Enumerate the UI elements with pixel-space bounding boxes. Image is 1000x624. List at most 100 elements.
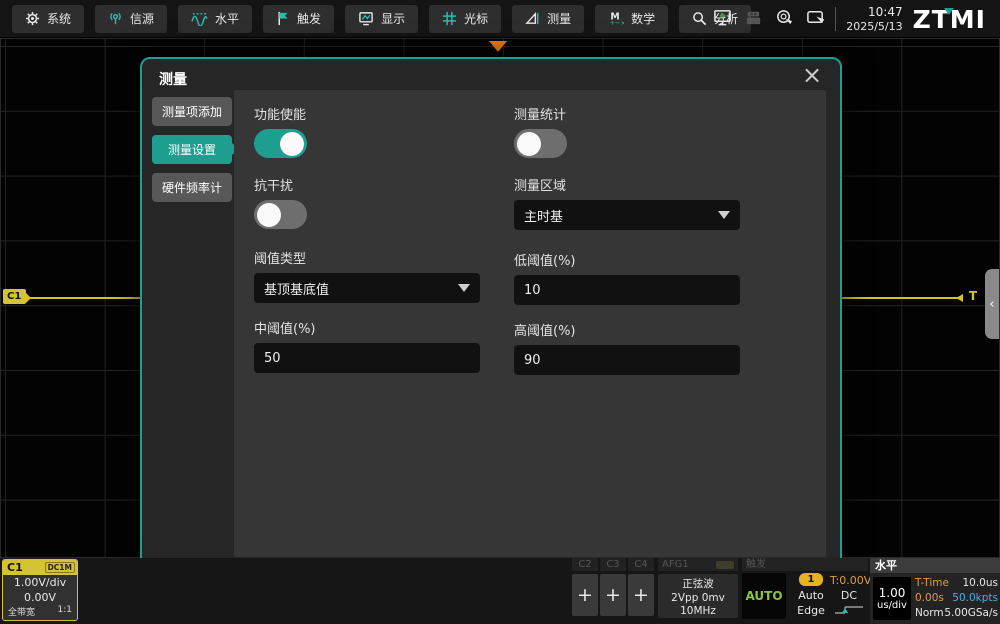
horizontal-panel[interactable]: 水平 1.00 us/div T-Time 10.0us 0.00s 50.0k… bbox=[870, 558, 1000, 624]
time-text: 10:47 bbox=[846, 5, 902, 20]
toolbar-button-label: 触发 bbox=[297, 10, 321, 27]
horizontal-header: 水平 bbox=[870, 558, 1000, 573]
trigger-level-marker[interactable]: T bbox=[969, 289, 977, 303]
toggle-knob bbox=[280, 132, 304, 156]
measure-region-value: 主时基 bbox=[524, 206, 563, 225]
trigger-level-arrow bbox=[956, 294, 963, 302]
delay-value: 0.00s bbox=[915, 591, 944, 606]
side-panel-handle[interactable]: ‹ bbox=[985, 269, 999, 339]
add-channel3-button[interactable]: + bbox=[600, 574, 626, 616]
function-enable-toggle[interactable] bbox=[254, 129, 307, 158]
trigger-tab-label: 触发 bbox=[746, 558, 766, 571]
cursor-button[interactable]: 光标 bbox=[429, 5, 501, 33]
brand-logo: ZTMI bbox=[913, 5, 990, 34]
channel1-coupling-badge: DC1M bbox=[45, 562, 75, 573]
afg-waveform: 正弦波 bbox=[658, 576, 738, 591]
add-channel2-button[interactable]: + bbox=[572, 574, 598, 616]
statistics-toggle[interactable] bbox=[514, 129, 567, 158]
clock: 10:47 2025/5/13 bbox=[846, 5, 902, 34]
high-threshold-input[interactable] bbox=[514, 345, 740, 375]
usb-icon[interactable] bbox=[744, 8, 763, 31]
trigger-sweep: Auto bbox=[792, 588, 830, 603]
dialog-title: 测量 bbox=[159, 69, 187, 89]
afg-signal-box[interactable]: 正弦波 2Vpp 0mv 10MHz bbox=[658, 574, 738, 618]
measure-region-dropdown[interactable]: 主时基 bbox=[514, 200, 740, 230]
low-threshold-input[interactable] bbox=[514, 275, 740, 305]
toolbar-button-label: 显示 bbox=[381, 10, 405, 27]
close-icon[interactable]: × bbox=[798, 61, 826, 89]
bottom-status-bar: C1 DC1M 1.00V/div 0.00V 全带宽 1:1 C2 C3 C4… bbox=[0, 558, 1000, 624]
trigger-source-badge: 1 bbox=[799, 573, 823, 586]
svg-text:+−×: +−× bbox=[610, 19, 625, 26]
channel4-tab[interactable]: C4 bbox=[628, 558, 654, 571]
channel2-tab[interactable]: C2 bbox=[572, 558, 598, 571]
sample-rate: 5.00GSa/s bbox=[944, 606, 998, 621]
chevron-left-icon: ‹ bbox=[989, 297, 994, 312]
toolbar-button-label: 数学 bbox=[631, 10, 655, 27]
trigger-coupling: DC bbox=[830, 588, 868, 603]
status-icons bbox=[713, 8, 825, 31]
toolbar-buttons: 系统 信源 水平 触发 显示 光标 bbox=[12, 5, 751, 33]
toolbar-button-label: 系统 bbox=[47, 10, 71, 27]
anti-interference-toggle[interactable] bbox=[254, 200, 307, 229]
timebase-unit: us/div bbox=[873, 600, 911, 611]
channel1-box[interactable]: C1 DC1M 1.00V/div 0.00V 全带宽 1:1 bbox=[2, 559, 78, 621]
gesture-icon[interactable] bbox=[806, 8, 825, 31]
trigger-type: Edge bbox=[792, 603, 830, 618]
threshold-type-dropdown[interactable]: 基顶基底值 bbox=[254, 273, 480, 303]
mid-threshold-label: 中阈值(%) bbox=[254, 318, 480, 334]
low-threshold-label: 低阈值(%) bbox=[514, 250, 740, 266]
sidebar-item-measure-settings[interactable]: 测量设置 bbox=[152, 135, 232, 164]
afg-tab[interactable]: AFG1 bbox=[658, 558, 738, 571]
add-channel4-button[interactable]: + bbox=[628, 574, 654, 616]
date-text: 2025/5/13 bbox=[846, 20, 902, 34]
oscilloscope-screen: 系统 信源 水平 触发 显示 光标 bbox=[0, 0, 1000, 624]
mid-threshold-input[interactable] bbox=[254, 343, 480, 373]
afg-tab-label: AFG1 bbox=[662, 558, 689, 571]
measure-triangle-icon bbox=[525, 11, 540, 26]
toolbar-button-label: 水平 bbox=[215, 10, 239, 27]
settings-left-column: 功能使能 抗干扰 阈值类型 基顶基底值 中阈值(%) bbox=[254, 90, 480, 373]
channel1-probe-ratio: 1:1 bbox=[58, 605, 72, 618]
source-button[interactable]: 信源 bbox=[95, 5, 167, 33]
trigger-button[interactable]: 触发 bbox=[263, 5, 334, 33]
network-monitor-icon[interactable] bbox=[713, 8, 732, 31]
rising-edge-icon bbox=[830, 603, 868, 618]
threshold-type-value: 基顶基底值 bbox=[264, 279, 329, 298]
trigger-mode-badge: AUTO bbox=[742, 573, 786, 619]
toggle-knob bbox=[517, 132, 541, 156]
horizontal-button[interactable]: 水平 bbox=[178, 5, 252, 33]
t-time-label: T-Time bbox=[915, 576, 949, 591]
math-button[interactable]: M+−× 数学 bbox=[595, 5, 668, 33]
toolbar-button-label: 测量 bbox=[547, 10, 571, 27]
afg-status-badge bbox=[716, 561, 734, 569]
statistics-label: 测量统计 bbox=[514, 104, 740, 120]
timebase-box: 1.00 us/div bbox=[873, 577, 911, 620]
system-button[interactable]: 系统 bbox=[12, 5, 84, 33]
chevron-down-icon bbox=[458, 284, 470, 292]
channel3-tab[interactable]: C3 bbox=[600, 558, 626, 571]
channel1-ground-marker[interactable]: C1 bbox=[3, 289, 26, 304]
sidebar-item-hardware-counter[interactable]: 硬件频率计 bbox=[152, 173, 232, 202]
sidebar-item-add-measurement[interactable]: 测量项添加 bbox=[152, 97, 232, 126]
dialog-content: 功能使能 抗干扰 阈值类型 基顶基底值 中阈值(%) 测量统计 测量区域 主时基 bbox=[234, 90, 826, 557]
channel1-footer: 全带宽 1:1 bbox=[3, 605, 77, 618]
horizontal-wave-icon bbox=[191, 11, 208, 26]
trigger-position-marker[interactable] bbox=[489, 41, 507, 52]
measure-button[interactable]: 测量 bbox=[512, 5, 584, 33]
logo-accent-triangle bbox=[944, 8, 954, 15]
settings-right-column: 测量统计 测量区域 主时基 低阈值(%) 高阈值(%) bbox=[514, 90, 740, 375]
chevron-down-icon bbox=[718, 211, 730, 219]
dialog-sidebar: 测量项添加 测量设置 硬件频率计 bbox=[152, 97, 232, 202]
cursor-grid-icon bbox=[442, 11, 457, 26]
channel1-header: C1 DC1M bbox=[3, 560, 77, 575]
enable-label: 功能使能 bbox=[254, 104, 480, 120]
trigger-tab[interactable]: 触发 bbox=[742, 558, 868, 571]
display-monitor-icon bbox=[358, 11, 374, 26]
afg-frequency: 10MHz bbox=[658, 605, 738, 617]
trigger-column-source: 1 Auto Edge bbox=[792, 573, 830, 618]
channel1-offset: 0.00V bbox=[3, 590, 77, 605]
trigger-status-box[interactable]: AUTO 1 Auto Edge T:0.00V DC bbox=[742, 573, 868, 619]
display-button[interactable]: 显示 bbox=[345, 5, 418, 33]
touch-icon[interactable] bbox=[775, 8, 794, 31]
